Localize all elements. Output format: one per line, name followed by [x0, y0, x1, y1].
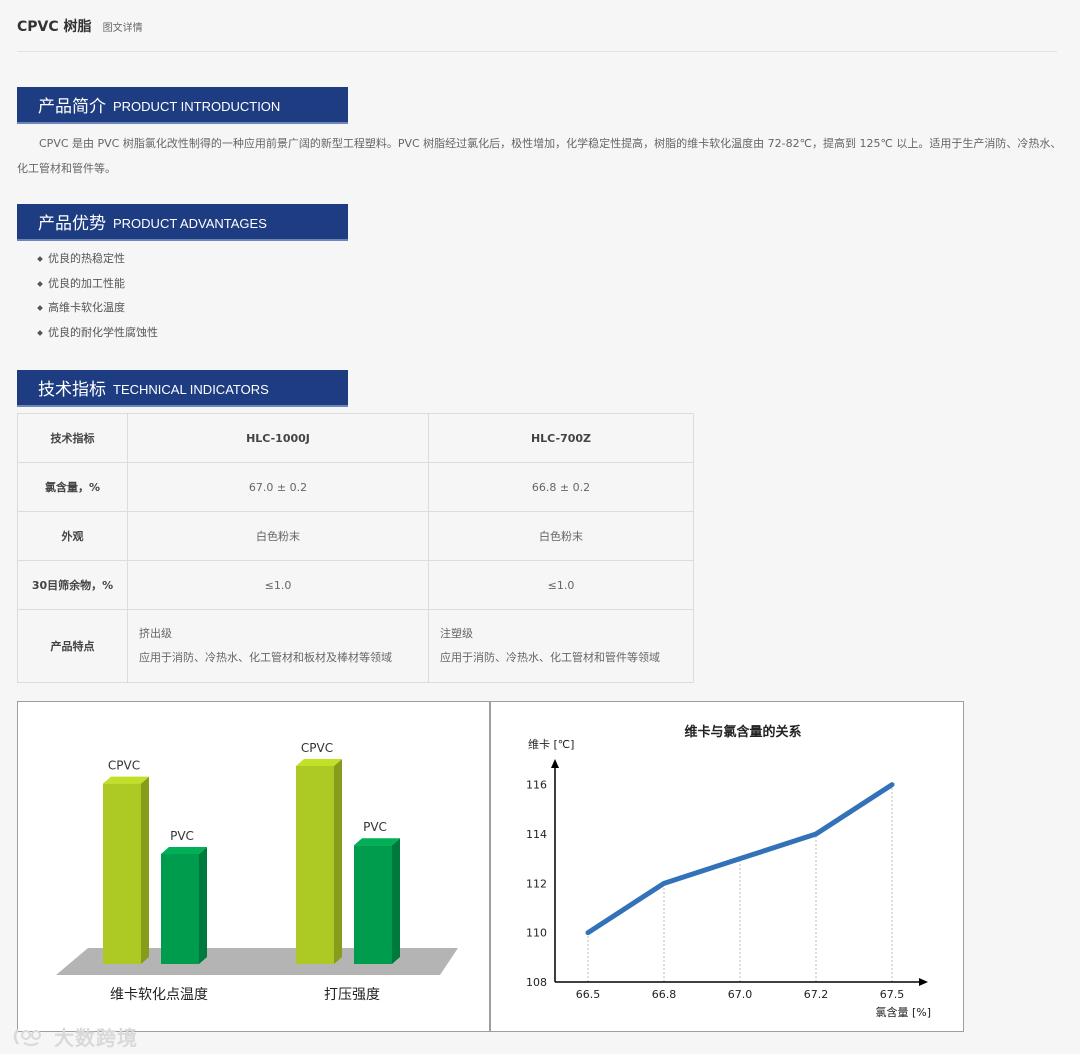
- bar: [103, 783, 141, 964]
- bar-side: [392, 838, 400, 964]
- bar-category-label: 打压强度: [324, 986, 380, 1003]
- technical-banner: 技术指标 TECHNICAL INDICATORS: [17, 370, 348, 405]
- page-subtitle: 图文详情: [102, 23, 143, 34]
- y-tick-label: 112: [526, 877, 547, 890]
- page-header: CPVC 树脂 图文详情: [17, 16, 1057, 52]
- table-row-label: 氯含量，%: [17, 462, 128, 512]
- advantages-banner: 产品优势 PRODUCT ADVANTAGES: [17, 204, 348, 239]
- line-chart-title: 维卡与氯含量的关系: [684, 724, 801, 740]
- table-row: 氯含量，% 67.0 ± 0.2 66.8 ± 0.2: [17, 462, 694, 512]
- x-tick-label: 67.5: [880, 988, 905, 1001]
- table-cell: 67.0 ± 0.2: [127, 462, 429, 512]
- table-row: 产品特点 挤出级 应用于消防、冷热水、化工管材和板材及棒材等领域 注塑级 应用于…: [17, 609, 694, 683]
- advantages-list: 优良的热稳定性 优良的加工性能 高维卡软化温度 优良的耐化学性腐蚀性: [37, 247, 158, 346]
- bar-chart-panel: CPVC PVC 维卡软化点温度 CPVC PVC 打压强度: [17, 701, 490, 1032]
- bar-top: [296, 759, 342, 766]
- table-cell: 挤出级 应用于消防、冷热水、化工管材和板材及棒材等领域: [127, 609, 429, 683]
- intro-banner-cn: 产品简介: [38, 97, 106, 117]
- watermark-text: 大数跨境: [54, 1026, 138, 1050]
- table-cell: 白色粉末: [428, 511, 694, 561]
- bar-side: [199, 847, 207, 964]
- watermark: 大数跨境: [10, 1022, 138, 1051]
- x-axis-arrow-icon: [919, 978, 928, 986]
- intro-text: CPVC 是由 PVC 树脂氯化改性制得的一种应用前景广阔的新型工程塑料。PVC…: [17, 137, 1062, 175]
- technical-banner-en: TECHNICAL INDICATORS: [113, 382, 269, 397]
- table-header-cell: HLC-700Z: [428, 413, 694, 463]
- x-tick-label: 66.8: [652, 988, 677, 1001]
- spec-table: 技术指标 HLC-1000J HLC-700Z 氯含量，% 67.0 ± 0.2…: [17, 413, 694, 683]
- watermark-logo-icon: [13, 1028, 41, 1046]
- diamond-bullet-icon: [37, 280, 43, 287]
- table-row-label: 外观: [17, 511, 128, 561]
- table-cell: 66.8 ± 0.2: [428, 462, 694, 512]
- line-chart: 维卡与氯含量的关系维卡 [℃] 氯含量 [%] 108 110 112 114 116 66.…: [526, 724, 931, 1019]
- x-tick-label: 67.2: [804, 988, 829, 1001]
- table-row-label: 产品特点: [17, 609, 128, 683]
- bar-series-label: CPVC: [108, 759, 140, 773]
- technical-banner-cn: 技术指标: [38, 380, 106, 400]
- table-cell: ≤1.0: [428, 560, 694, 610]
- table-row: 30目筛余物，% ≤1.0 ≤1.0: [17, 560, 694, 610]
- y-tick-label: 116: [526, 779, 547, 792]
- list-item: 优良的加工性能: [37, 272, 158, 297]
- table-header-cell: HLC-1000J: [127, 413, 429, 463]
- bar-top: [161, 847, 207, 854]
- x-tick-label: 66.5: [576, 988, 601, 1001]
- page-title: CPVC 树脂: [17, 19, 92, 35]
- bar-side: [141, 776, 149, 964]
- table-row: 外观 白色粉末 白色粉末: [17, 511, 694, 561]
- diamond-bullet-icon: [37, 305, 43, 312]
- list-item: 优良的耐化学性腐蚀性: [37, 321, 158, 346]
- y-tick-label: 110: [526, 927, 547, 940]
- list-item: 高维卡软化温度: [37, 296, 158, 321]
- bar-side: [334, 759, 342, 964]
- bar-series-label: PVC: [363, 820, 387, 834]
- intro-banner: 产品简介 PRODUCT INTRODUCTION: [17, 87, 348, 122]
- bar: [354, 845, 392, 964]
- x-axis-label: 氯含量 [%]: [875, 1005, 931, 1019]
- bar-top: [103, 776, 149, 784]
- table-cell: 注塑级 应用于消防、冷热水、化工管材和管件等领域: [428, 609, 694, 683]
- table-cell: ≤1.0: [127, 560, 429, 610]
- list-item: 优良的热稳定性: [37, 247, 158, 272]
- x-tick-label: 67.0: [728, 988, 753, 1001]
- y-tick-label: 114: [526, 828, 547, 841]
- advantages-banner-en: PRODUCT ADVANTAGES: [113, 216, 267, 231]
- line-chart-panel: 维卡与氯含量的关系维卡 [℃] 氯含量 [%] 108 110 112 114 116 66.…: [490, 701, 964, 1032]
- table-header-row: 技术指标 HLC-1000J HLC-700Z: [17, 413, 694, 463]
- bar-chart: CPVC PVC 维卡软化点温度 CPVC PVC 打压强度: [56, 741, 458, 1003]
- y-axis-label: 维卡 [℃]: [528, 738, 574, 751]
- bar: [296, 766, 334, 964]
- diamond-bullet-icon: [37, 256, 43, 263]
- bar-category-label: 维卡软化点温度: [110, 987, 208, 1003]
- bar-series-label: CPVC: [301, 741, 333, 755]
- bar: [161, 854, 199, 964]
- bar-series-label: PVC: [170, 829, 194, 843]
- diamond-bullet-icon: [37, 329, 43, 336]
- table-row-label: 30目筛余物，%: [17, 560, 128, 610]
- advantages-banner-cn: 产品优势: [38, 214, 106, 234]
- table-cell: 白色粉末: [127, 511, 429, 561]
- y-axis-arrow-icon: [551, 759, 559, 768]
- y-tick-label: 108: [526, 976, 547, 989]
- bar-top: [354, 838, 400, 846]
- table-header-cell: 技术指标: [17, 413, 128, 463]
- intro-banner-en: PRODUCT INTRODUCTION: [113, 99, 281, 114]
